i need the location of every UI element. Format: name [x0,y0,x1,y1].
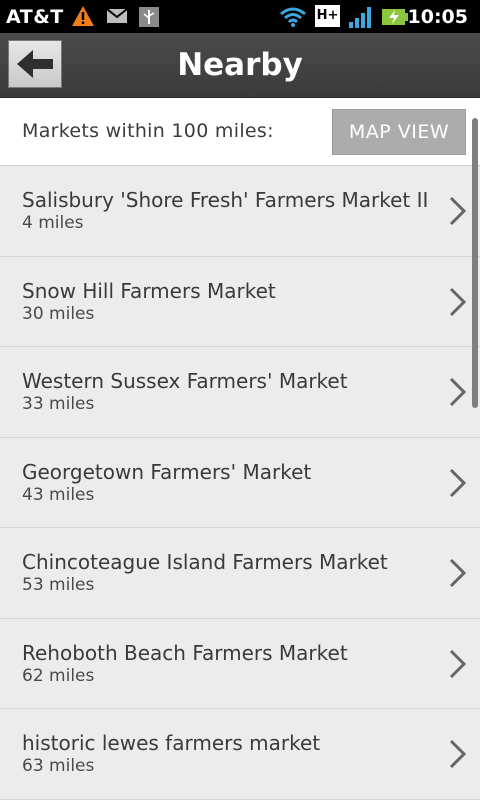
market-distance: 4 miles [22,213,84,233]
market-name: Salisbury 'Shore Fresh' Farmers Market I… [22,188,429,212]
action-bar: Nearby [0,33,480,98]
market-list: Salisbury 'Shore Fresh' Farmers Market I… [0,166,480,800]
list-item[interactable]: Western Sussex Farmers' Market 33 miles [0,347,480,438]
list-item[interactable]: Chincoteague Island Farmers Market 53 mi… [0,528,480,619]
wifi-icon [280,7,306,27]
market-name: Rehoboth Beach Farmers Market [22,640,348,665]
chevron-right-icon [449,287,467,316]
list-item[interactable]: Georgetown Farmers' Market 43 miles [0,437,480,528]
usb-icon [139,7,159,27]
battery-charging-icon [382,9,408,25]
market-name: Western Sussex Farmers' Market [22,369,348,393]
warning-icon [72,6,94,26]
market-name: historic lewes farmers market [22,731,321,755]
chevron-right-icon [449,558,467,588]
chevron-right-icon [449,649,467,678]
list-item[interactable]: historic lewes farmers market 63 miles [0,709,480,800]
radius-label: Markets within 100 miles: [22,120,274,142]
market-distance: 62 miles [22,665,95,686]
market-distance: 33 miles [22,394,95,414]
clock: 10:05 [407,6,468,28]
chevron-right-icon [449,739,467,769]
market-distance: 53 miles [22,575,95,595]
market-distance: 63 miles [22,756,95,776]
chevron-right-icon [449,377,467,407]
signal-icon [349,7,371,28]
list-item[interactable]: Snow Hill Farmers Market 30 miles [0,256,480,347]
network-type-icon: H+ [315,5,340,27]
page-title: Nearby [177,47,303,83]
status-bar: AT&T H+ 10:05 [0,0,480,33]
market-name: Snow Hill Farmers Market [22,278,276,303]
mail-icon [106,8,128,23]
market-name: Georgetown Farmers' Market [22,459,312,484]
list-item[interactable]: Salisbury 'Shore Fresh' Farmers Market I… [0,166,480,257]
chevron-right-icon [449,196,467,226]
list-item[interactable]: Rehoboth Beach Farmers Market 62 miles [0,618,480,709]
market-distance: 43 miles [22,484,95,505]
map-view-button[interactable]: MAP VIEW [332,109,466,155]
chevron-right-icon [449,468,467,497]
scrollbar[interactable] [472,118,478,408]
market-distance: 30 miles [22,303,95,324]
filter-row: Markets within 100 miles: MAP VIEW [0,98,480,166]
market-name: Chincoteague Island Farmers Market [22,550,388,574]
carrier-label: AT&T [6,6,64,28]
